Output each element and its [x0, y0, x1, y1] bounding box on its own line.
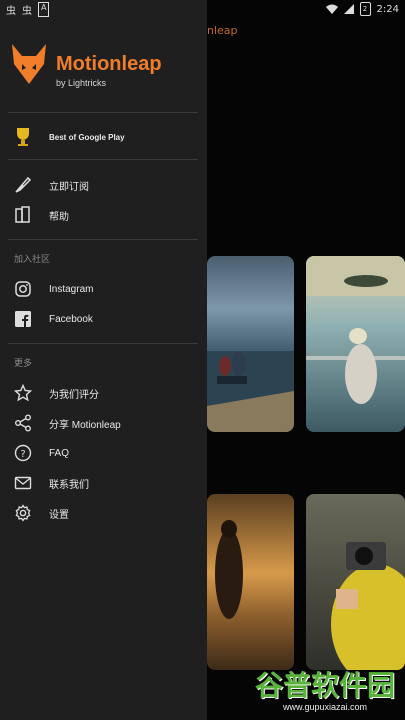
signal-icon	[343, 4, 354, 14]
menu-item-rate[interactable]: 为我们评分	[0, 378, 207, 408]
menu-item-label: 设置	[49, 509, 69, 521]
card-image	[207, 351, 294, 432]
template-card[interactable]	[306, 494, 405, 670]
trophy-icon	[12, 126, 34, 148]
share-icon	[12, 412, 34, 434]
notification-icon: 虫	[22, 5, 32, 17]
menu-item-faq[interactable]: ? FAQ	[0, 438, 207, 468]
wifi-icon	[325, 4, 338, 14]
book-icon	[12, 204, 34, 226]
card-image	[306, 256, 405, 404]
menu-item-label: 为我们评分	[49, 389, 99, 401]
card-image	[215, 520, 243, 619]
menu-item-settings[interactable]: 设置	[0, 498, 207, 528]
star-icon	[12, 382, 34, 404]
divider	[8, 112, 198, 113]
divider	[8, 239, 198, 240]
menu-item-share[interactable]: 分享 Motionleap	[0, 408, 207, 438]
menu-item-label: 帮助	[49, 211, 69, 223]
template-card[interactable]	[306, 256, 405, 432]
menu-item-subscribe[interactable]: 立即订阅	[0, 170, 207, 200]
template-card[interactable]	[207, 256, 294, 432]
battery-icon: 2	[359, 2, 371, 16]
facebook-icon	[12, 308, 34, 330]
mail-icon	[12, 472, 34, 494]
menu-item-label: FAQ	[49, 447, 70, 459]
watermark: 谷普软件园 www.gupuxiazai.com	[255, 664, 395, 712]
app-title: nleap	[207, 24, 238, 37]
logo-subtitle: by Lightricks	[56, 78, 107, 88]
menu-item-label: Facebook	[49, 313, 93, 325]
menu-item-contact[interactable]: 联系我们	[0, 468, 207, 498]
clock: 2:24	[376, 3, 399, 15]
section-header-more: 更多	[14, 358, 33, 368]
question-icon: ?	[12, 442, 34, 464]
logo-name: Motionleap	[56, 53, 162, 75]
brand-logo: Motionleap by Lightricks	[10, 42, 162, 88]
template-card[interactable]	[207, 494, 294, 670]
svg-text:?: ?	[20, 449, 25, 460]
notification-icon: A	[38, 1, 50, 17]
card-image	[331, 542, 405, 670]
award-badge: Best of Google Play	[0, 122, 207, 152]
menu-item-facebook[interactable]: Facebook	[0, 304, 207, 334]
menu-item-help[interactable]: 帮助	[0, 200, 207, 230]
menu-item-instagram[interactable]: Instagram	[0, 274, 207, 304]
menu-item-label: Instagram	[49, 283, 94, 295]
divider	[8, 343, 198, 344]
navigation-drawer: Motionleap by Lightricks Best of Google …	[0, 0, 207, 720]
watermark-brand: 谷普软件园	[254, 669, 395, 702]
instagram-icon	[12, 278, 34, 300]
status-bar: 虫 虫 A 2 2:24	[0, 0, 405, 18]
notification-icon: 虫	[6, 5, 16, 17]
gear-icon	[12, 502, 34, 524]
fox-logo-icon	[12, 44, 46, 84]
menu-item-label: 立即订阅	[49, 181, 89, 193]
award-label: Best of Google Play	[49, 132, 125, 142]
menu-item-label: 联系我们	[49, 479, 89, 491]
divider	[8, 159, 198, 160]
feather-icon	[12, 174, 34, 196]
menu-item-label: 分享 Motionleap	[49, 419, 121, 431]
section-header-community: 加入社区	[14, 254, 51, 264]
